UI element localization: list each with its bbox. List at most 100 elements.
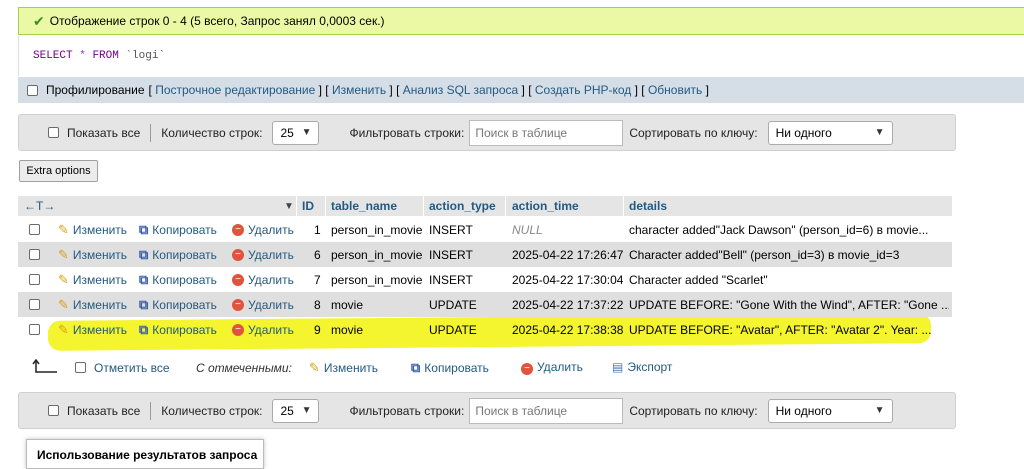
row-checkbox[interactable] xyxy=(29,299,40,310)
delete-icon: − xyxy=(232,273,244,286)
row-delete-button[interactable]: − Удалить xyxy=(232,267,294,292)
column-arrows-icon[interactable]: ←T→ xyxy=(24,196,55,216)
chevron-down-icon: ▼ xyxy=(874,127,885,138)
row-edit-button[interactable]: ✎ Изменить xyxy=(58,292,127,317)
row-checkbox[interactable] xyxy=(29,324,40,335)
sort-by-key-select[interactable]: Ни одного ▼ xyxy=(767,398,893,423)
column-header-details[interactable]: details xyxy=(629,196,667,216)
chevron-down-icon: ▼ xyxy=(301,127,312,138)
query-results-operations-panel: Использование результатов запроса xyxy=(26,439,264,469)
pencil-icon: ✎ xyxy=(58,296,69,312)
refresh-link[interactable]: Обновить xyxy=(648,83,702,97)
filter-rows-input[interactable]: Поиск в таблице xyxy=(469,397,624,424)
cell-action-time: 2025-04-22 17:26:47 xyxy=(512,247,624,262)
row-checkbox[interactable] xyxy=(29,274,40,285)
rows-count-select[interactable]: 25 ▼ xyxy=(272,120,320,145)
rows-count-label: Количество строк: xyxy=(161,125,263,140)
bulk-edit-button[interactable]: ✎ Изменить xyxy=(309,360,378,376)
copy-icon: ⧉ xyxy=(139,271,149,287)
chevron-down-icon: ▼ xyxy=(301,405,312,416)
extra-options-button[interactable]: Extra options xyxy=(19,160,98,182)
row-copy-button[interactable]: ⧉ Копировать xyxy=(139,267,217,292)
row-checkbox[interactable] xyxy=(29,224,40,235)
sort-by-key-label: Сортировать по ключу: xyxy=(629,403,758,418)
navigation-panel-top: Показать все Количество строк: 25 ▼ Филь… xyxy=(18,114,956,151)
row-copy-button[interactable]: ⧉ Копировать xyxy=(139,292,217,317)
success-message: ✔ Отображение строк 0 - 4 (5 всего, Запр… xyxy=(18,7,1024,35)
cell-details: UPDATE BEFORE: "Avatar", AFTER: "Avatar … xyxy=(629,322,932,337)
edit-query-link[interactable]: Изменить xyxy=(332,83,386,97)
sort-triangle-icon[interactable]: ▼ xyxy=(284,196,294,216)
bulk-delete-button[interactable]: − Удалить xyxy=(521,360,583,375)
column-header-action-type[interactable]: action_type xyxy=(429,196,496,216)
show-all-label: Показать все xyxy=(67,403,141,418)
rows-count-value: 25 xyxy=(280,125,294,140)
pencil-icon: ✎ xyxy=(58,271,69,287)
create-php-link[interactable]: Создать PHP-код xyxy=(535,83,631,97)
cell-details: Character added"Bell" (person_id=3) в mo… xyxy=(629,247,900,262)
row-edit-button[interactable]: ✎ Изменить xyxy=(58,217,127,242)
filter-rows-input[interactable]: Поиск в таблице xyxy=(469,119,624,146)
rows-count-value: 25 xyxy=(280,403,294,418)
pencil-icon: ✎ xyxy=(309,360,320,375)
sql-keyword-from: FROM xyxy=(92,50,119,62)
pencil-icon: ✎ xyxy=(58,321,69,337)
show-all-checkbox[interactable] xyxy=(48,405,59,416)
cell-id: 7 xyxy=(314,272,321,287)
profiling-label: Профилирование xyxy=(46,83,145,97)
cell-table-name: person_in_movie xyxy=(331,222,423,237)
inline-edit-link[interactable]: Построчное редактирование xyxy=(155,83,315,97)
table-row: ✎ Изменить ⧉ Копировать − Удалить 8 movie U… xyxy=(18,292,952,317)
rows-count-label: Количество строк: xyxy=(161,403,263,418)
table-row: ✎ Изменить ⧉ Копировать − Удалить 6 person_… xyxy=(18,242,952,267)
cell-details: UPDATE BEFORE: "Gone With the Wind", AFT… xyxy=(629,297,949,312)
cell-action-type: INSERT xyxy=(429,247,473,262)
delete-icon: − xyxy=(521,363,533,375)
column-header-action-time[interactable]: action_time xyxy=(512,196,579,216)
row-delete-button[interactable]: − Удалить xyxy=(232,317,294,342)
check-all-link[interactable]: Отметить все xyxy=(94,361,170,375)
divider xyxy=(150,401,152,420)
row-copy-button[interactable]: ⧉ Копировать xyxy=(139,217,217,242)
with-selected-label: С отмеченными: xyxy=(196,361,292,375)
copy-icon: ⧉ xyxy=(411,360,421,375)
profiling-checkbox[interactable] xyxy=(27,84,38,96)
row-copy-button[interactable]: ⧉ Копировать xyxy=(139,317,217,342)
copy-icon: ⧉ xyxy=(139,221,149,237)
sql-keyword-select: SELECT xyxy=(33,50,73,62)
analyze-sql-link[interactable]: Анализ SQL запроса xyxy=(403,83,518,97)
cell-action-time: 2025-04-22 17:30:04 xyxy=(512,272,624,287)
show-all-label: Показать все xyxy=(67,125,141,140)
sort-by-key-select[interactable]: Ни одного ▼ xyxy=(767,120,893,145)
cell-table-name: movie xyxy=(331,297,364,312)
row-edit-button[interactable]: ✎ Изменить xyxy=(58,242,127,267)
bulk-export-button[interactable]: ▤ Экспорт xyxy=(612,360,672,374)
delete-icon: − xyxy=(232,323,244,336)
row-delete-button[interactable]: − Удалить xyxy=(232,217,294,242)
cell-details: Character added "Scarlet" xyxy=(629,272,768,287)
row-delete-button[interactable]: − Удалить xyxy=(232,242,294,267)
row-edit-button[interactable]: ✎ Изменить xyxy=(58,317,127,342)
row-delete-button[interactable]: − Удалить xyxy=(232,292,294,317)
row-checkbox[interactable] xyxy=(29,249,40,260)
bulk-copy-button[interactable]: ⧉ Копировать xyxy=(411,360,489,376)
row-edit-button[interactable]: ✎ Изменить xyxy=(58,267,127,292)
filter-rows-label: Фильтровать строки: xyxy=(349,125,465,140)
sort-value: Ни одного xyxy=(775,403,832,418)
sql-star: * xyxy=(79,50,86,62)
sql-query: SELECT * FROM `logi` xyxy=(18,36,1024,76)
rows-count-select[interactable]: 25 ▼ xyxy=(272,398,320,423)
cell-id: 8 xyxy=(314,297,321,312)
show-all-checkbox[interactable] xyxy=(48,127,59,138)
bulk-actions-bar: Отметить все С отмеченными: ✎ Изменить ⧉ К… xyxy=(18,357,918,379)
check-all-checkbox[interactable] xyxy=(75,362,86,373)
delete-icon: − xyxy=(232,298,244,311)
column-header-table-name[interactable]: table_name xyxy=(331,196,397,216)
table-row: ✎ Изменить ⧉ Копировать − Удалить 9 movie U… xyxy=(18,317,952,342)
arrow-up-left-icon xyxy=(32,359,57,373)
filter-placeholder: Поиск в таблице xyxy=(475,125,568,140)
filter-placeholder: Поиск в таблице xyxy=(475,403,568,418)
column-header-id[interactable]: ID xyxy=(302,196,314,216)
row-copy-button[interactable]: ⧉ Копировать xyxy=(139,242,217,267)
sql-table-name: `logi` xyxy=(125,50,166,62)
